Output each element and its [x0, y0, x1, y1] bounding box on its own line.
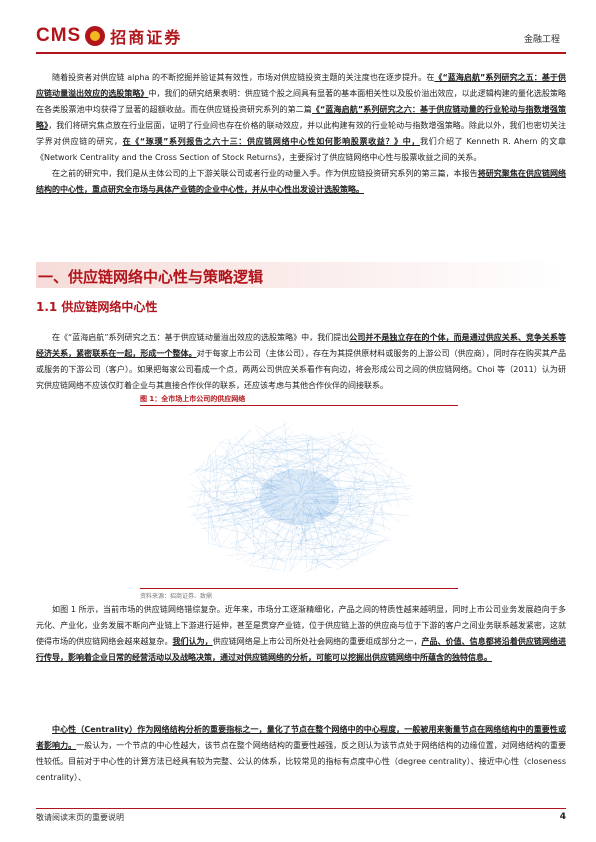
- intro-paragraph: 随着投资者对供应链 alpha 的不断挖掘并验证其有效性，市场对供应链投资主题的…: [36, 70, 566, 198]
- body-text-1: 在《“蓝海启航”系列研究之五：基于供应链动量溢出效应的选股策略》中，我们提出: [52, 333, 350, 342]
- section-title: 一、供应链网络中心性与策略逻辑: [38, 268, 264, 286]
- body-paragraph-2: 如图 1 所示，当前市场的供应链网络错综复杂。近年来，市场分工逐渐精细化，产品之…: [36, 602, 566, 666]
- report-type: 金融工程: [523, 35, 560, 45]
- page-number: 4: [559, 812, 566, 822]
- company-logo: CMS 招商证券: [36, 24, 182, 48]
- figure-top-rule: [140, 405, 458, 406]
- subsection-title: 1.1 供应链网络中心性: [36, 300, 158, 314]
- page-header: CMS 招商证券 金融工程: [36, 20, 566, 48]
- header-rule: [36, 52, 566, 54]
- logo-chinese-name: 招商证券: [110, 28, 183, 47]
- body-emphasis-2: 我们认为，: [172, 637, 213, 646]
- body-paragraph-1: 在《“蓝海启航”系列研究之五：基于供应链动量溢出效应的选股策略》中，我们提出公司…: [36, 330, 566, 394]
- body-text-5: 一般认为，一个节点的中心性越大，该节点在整个网络结构的重要性越强，反之则认为该节…: [36, 741, 566, 782]
- section-heading: 一、供应链网络中心性与策略逻辑: [36, 262, 566, 288]
- intro-text-1: 随着投资者对供应链 alpha 的不断挖掘并验证其有效性，市场对供应链投资主题的…: [52, 73, 435, 82]
- figure-bottom-rule: [140, 588, 458, 589]
- body-paragraph-3: 中心性（Centrality）作为网络结构分析的重要指标之一，量化了节点在整个网…: [36, 722, 566, 786]
- body-text-4: 供应链网络是上市公司所处社会网络的重要组成部分之一，: [212, 637, 422, 646]
- supply-network-image: [186, 420, 413, 573]
- logo-emblem-icon: [85, 26, 106, 46]
- intro-text-5: 在之前的研究中，我们是从主体公司的上下游关联公司或者行业的动量入手。作为供应链投…: [52, 169, 478, 178]
- footer-rule: [36, 808, 566, 809]
- ref-report-63: 在《“琢璞”系列报告之六十三：供应链网络中心性如何影响股票收益？》中，: [122, 137, 421, 146]
- figure-source: 资料来源：招商证券、致鼎: [140, 593, 213, 600]
- footer-disclaimer: 敬请阅读末页的重要说明: [36, 813, 124, 822]
- logo-latin: CMS: [36, 25, 82, 46]
- figure-title: 图 1：全市场上市公司的供应网络: [140, 395, 246, 403]
